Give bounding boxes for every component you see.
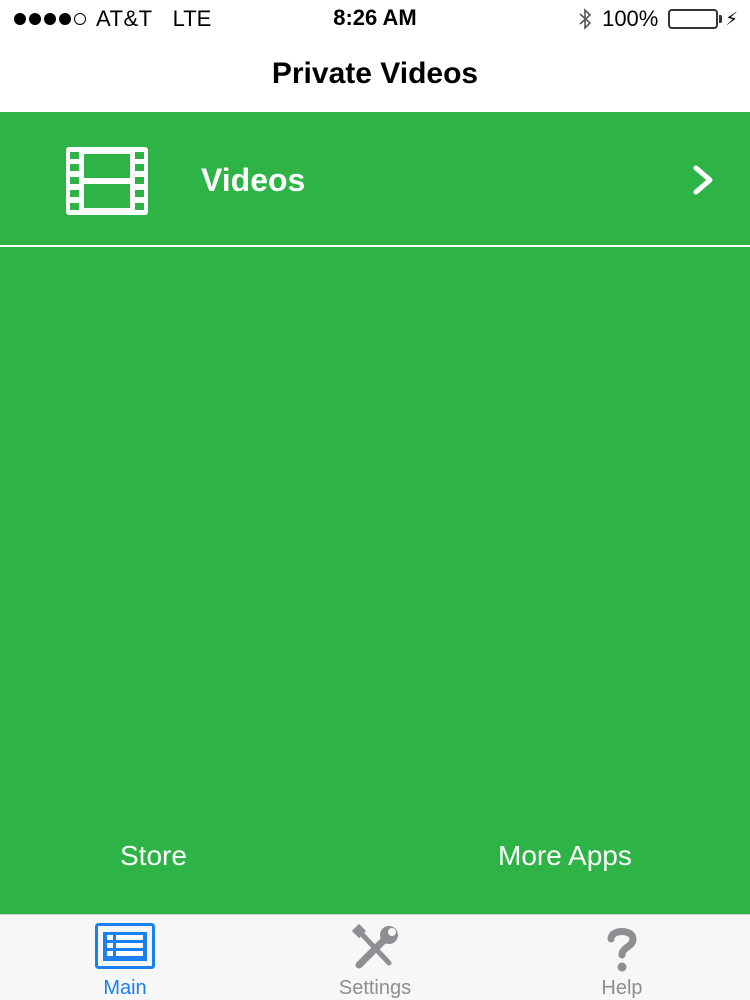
tab-bar: Main Settings Help <box>0 914 750 1000</box>
bluetooth-icon <box>579 8 592 30</box>
tools-icon <box>351 923 398 969</box>
status-bar: AT&T LTE 8:26 AM 100% ⚡ <box>0 0 750 36</box>
battery-icon: ⚡ <box>668 9 738 30</box>
tab-label: Settings <box>338 977 412 999</box>
main-content: Videos Store More Apps <box>0 112 750 914</box>
tab-help[interactable]: Help <box>547 915 697 1000</box>
status-right: 100% ⚡ <box>578 6 738 32</box>
tab-settings[interactable]: Settings <box>300 915 450 1000</box>
store-link[interactable]: Store <box>120 840 187 872</box>
list-icon <box>95 923 155 969</box>
menu-item-label: Videos <box>201 162 306 198</box>
tab-label: Main <box>103 977 147 999</box>
navigation-bar: Private Videos <box>0 36 750 112</box>
question-mark-icon <box>607 928 637 972</box>
more-apps-link[interactable]: More Apps <box>498 840 632 872</box>
chevron-right-icon <box>693 165 713 195</box>
tab-main[interactable]: Main <box>50 915 200 1000</box>
menu-item-videos[interactable]: Videos <box>0 112 750 247</box>
film-icon <box>66 147 148 215</box>
battery-percent: 100% <box>602 6 659 31</box>
charging-bolt-icon: ⚡ <box>725 8 738 29</box>
page-title: Private Videos <box>271 57 479 90</box>
tab-label: Help <box>601 977 643 999</box>
